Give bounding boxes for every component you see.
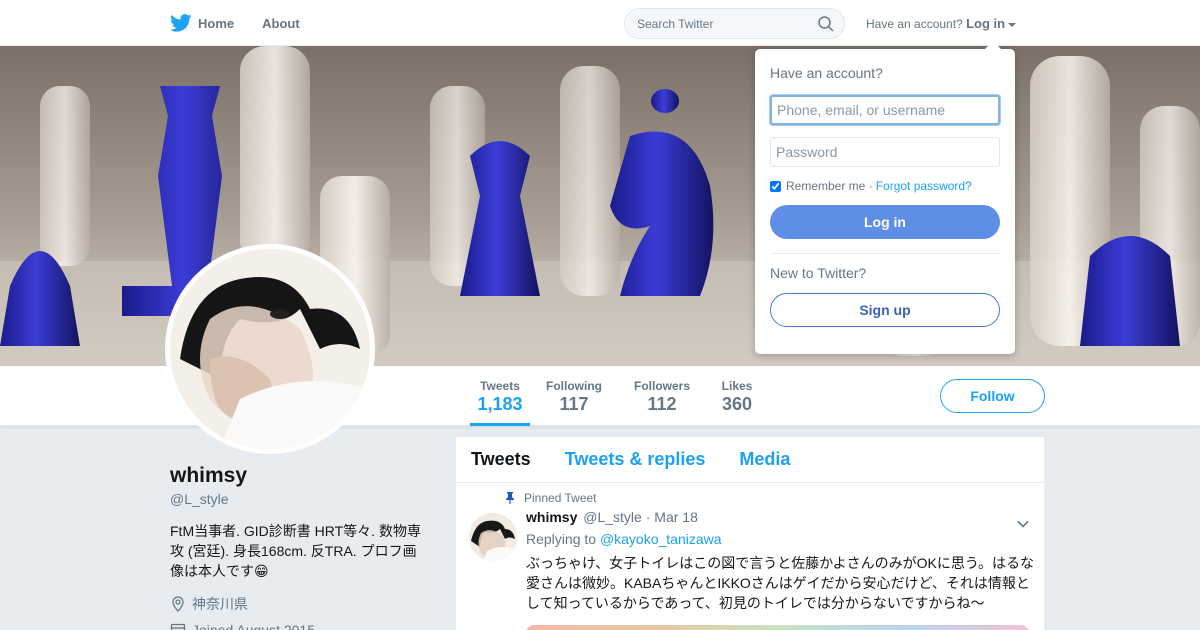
timeline: Tweets Tweets & replies Media Pinned Twe… xyxy=(456,437,1044,630)
login-dropdown: Have an account? Remember me · Forgot pa… xyxy=(755,41,1015,354)
new-to-twitter-text: New to Twitter? xyxy=(770,265,867,281)
follow-button[interactable]: Follow xyxy=(940,379,1045,413)
profile-name[interactable]: whimsy xyxy=(170,464,247,488)
replying-prefix: Replying to xyxy=(526,531,597,547)
stat-label: Likes xyxy=(721,379,753,393)
search-input[interactable] xyxy=(625,9,805,38)
nav-left: Home About xyxy=(170,0,328,46)
username-field[interactable] xyxy=(770,95,1000,125)
password-field[interactable] xyxy=(770,137,1000,167)
home-label: Home xyxy=(198,15,235,31)
tweet-avatar-image xyxy=(469,513,517,561)
top-nav: Home About Have an account? Log in xyxy=(0,0,1200,46)
tweet-avatar[interactable] xyxy=(469,513,517,561)
remember-me-checkbox[interactable] xyxy=(770,180,781,192)
dropdown-divider xyxy=(770,253,1000,254)
search-box xyxy=(624,8,845,39)
stat-value: 112 xyxy=(647,394,677,414)
tweet-header: whimsy @L_style · Mar 18 xyxy=(526,509,1029,525)
tab-tweets-and-replies[interactable]: Tweets & replies xyxy=(565,449,706,470)
stat-value: 360 xyxy=(721,394,753,414)
login-label: Log in xyxy=(966,16,1006,31)
tweet-date[interactable]: Mar 18 xyxy=(654,509,698,525)
tweet[interactable]: Pinned Tweet whimsy @L_style · Mar 18 Re… xyxy=(456,483,1044,630)
account-area: Have an account? Log in xyxy=(866,16,1017,31)
stat-label: Following xyxy=(546,379,602,393)
stat-value: 117 xyxy=(559,394,589,414)
location-text: 神奈川県 xyxy=(192,596,248,612)
replying-to: Replying to @kayoko_tanizawa xyxy=(526,531,1029,547)
tab-tweets[interactable]: Tweets xyxy=(471,449,531,470)
location-icon xyxy=(172,596,184,612)
tweet-text: ぶっちゃけ、女子トイレはこの図で言うと佐藤かよさんのみがOKに思う。はるな愛さん… xyxy=(526,555,1034,611)
chevron-down-icon[interactable] xyxy=(1016,517,1030,531)
home-link[interactable]: Home xyxy=(170,12,234,34)
caret-down-icon xyxy=(1008,22,1017,27)
profile-joined: Joined August 2015 xyxy=(170,622,315,630)
replying-to-link[interactable]: @kayoko_tanizawa xyxy=(600,531,722,547)
have-account-text: Have an account? xyxy=(866,17,963,31)
stat-label: Followers xyxy=(633,379,690,393)
remember-row: Remember me · Forgot password? xyxy=(770,179,1000,193)
calendar-icon xyxy=(170,623,186,630)
profile-bio: FtM当事者. GID診断書 HRT等々. 数物専攻 (宮廷). 身長168cm… xyxy=(170,523,421,579)
stat-tweets[interactable]: Tweets 1,183 xyxy=(470,366,530,426)
dropdown-title: Have an account? xyxy=(770,65,883,81)
stat-likes[interactable]: Likes 360 xyxy=(721,366,753,426)
signup-button[interactable]: Sign up xyxy=(770,293,1000,327)
tweet-author-name[interactable]: whimsy xyxy=(526,509,577,525)
stat-followers[interactable]: Followers 112 xyxy=(633,366,691,426)
stat-label: Tweets xyxy=(480,379,520,393)
search-icon[interactable] xyxy=(818,16,834,32)
stat-value: 1,183 xyxy=(477,394,523,414)
pinned-label: Pinned Tweet xyxy=(524,491,597,505)
avatar-image xyxy=(170,249,370,449)
timeline-tabs: Tweets Tweets & replies Media xyxy=(456,437,1044,483)
login-dropdown-toggle[interactable]: Log in xyxy=(966,16,1017,31)
profile-handle: @L_style xyxy=(170,491,229,507)
login-button[interactable]: Log in xyxy=(770,205,1000,239)
forgot-password-link[interactable]: Forgot password? xyxy=(876,179,972,193)
pinned-indicator: Pinned Tweet xyxy=(504,491,1029,505)
stat-following[interactable]: Following 117 xyxy=(545,366,603,426)
joined-text: Joined August 2015 xyxy=(192,622,315,630)
tweet-separator: · xyxy=(645,509,651,525)
profile-avatar[interactable] xyxy=(165,244,375,454)
profile-location: 神奈川県 xyxy=(170,594,248,614)
tweet-media-image[interactable] xyxy=(526,625,1029,630)
pin-icon xyxy=(506,492,514,504)
twitter-bird-icon xyxy=(170,14,192,32)
tab-media[interactable]: Media xyxy=(739,449,790,470)
tweet-author-handle[interactable]: @L_style xyxy=(583,509,642,525)
remember-dot: · xyxy=(868,179,873,193)
about-link[interactable]: About xyxy=(262,16,300,31)
remember-label: Remember me xyxy=(786,179,866,193)
